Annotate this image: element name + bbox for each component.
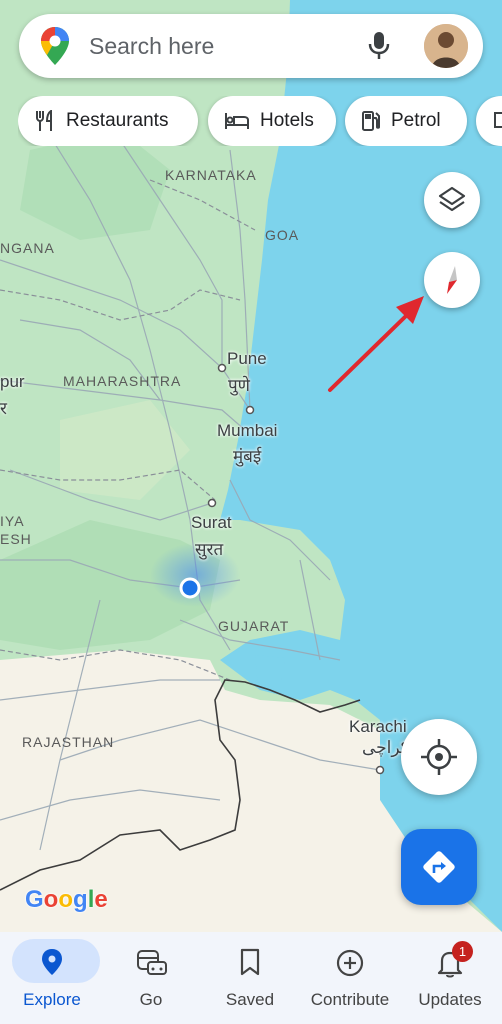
- restaurant-icon: [36, 110, 52, 131]
- directions-button[interactable]: [401, 829, 477, 905]
- nav-label: Contribute: [310, 990, 390, 1009]
- my-location-button[interactable]: [401, 719, 477, 795]
- chip-label: Hotels: [260, 110, 314, 131]
- region-label-esh: ESH: [0, 531, 32, 547]
- region-label-goa: GOA: [265, 227, 300, 243]
- directions-icon: [423, 851, 455, 883]
- nav-label: Go: [139, 990, 163, 1009]
- nav-saved[interactable]: Saved: [202, 932, 298, 1024]
- nav-updates[interactable]: Updates: [402, 932, 498, 1024]
- nav-go[interactable]: Go: [103, 932, 199, 1024]
- more-chip-icon: [494, 112, 502, 128]
- add-circle-icon: [336, 949, 364, 977]
- compass-icon: [447, 266, 457, 294]
- hotel-icon: [225, 113, 249, 129]
- region-label-iya: IYA: [0, 513, 25, 529]
- edge-label-r: र: [0, 399, 7, 418]
- microphone-icon[interactable]: [365, 30, 393, 62]
- chip-petrol[interactable]: Petrol: [345, 96, 467, 146]
- search-bar[interactable]: Search here: [19, 14, 483, 78]
- go-car-icon: [137, 950, 167, 975]
- compass-button[interactable]: [424, 252, 480, 308]
- city-label-surat[interactable]: Surat: [191, 513, 232, 533]
- region-label-ngana: NGANA: [0, 240, 55, 256]
- bookmark-icon: [240, 948, 260, 976]
- city-label-mumbai-native: मुंबई: [233, 447, 262, 466]
- explore-pin-icon: [42, 949, 62, 975]
- nav-explore[interactable]: Explore: [4, 932, 100, 1024]
- google-maps-pin-icon: [41, 27, 69, 65]
- edge-label-pur: pur: [0, 372, 25, 391]
- current-location-dot: [179, 577, 201, 599]
- region-label-maharashtra: MAHARASHTRA: [63, 373, 182, 389]
- layers-icon: [438, 186, 466, 212]
- chip-hotels[interactable]: Hotels: [208, 96, 336, 146]
- city-label-mumbai[interactable]: Mumbai: [217, 421, 277, 441]
- chip-more[interactable]: [476, 96, 502, 146]
- search-placeholder[interactable]: Search here: [89, 33, 214, 60]
- region-label-karnataka: KARNATAKA: [165, 167, 257, 183]
- crosshair-icon: [421, 739, 457, 775]
- profile-avatar[interactable]: [424, 24, 468, 68]
- category-chips: Restaurants Hotels Petrol: [18, 96, 502, 146]
- region-label-rajasthan: RAJASTHAN: [22, 734, 115, 750]
- city-label-karachi[interactable]: Karachi: [349, 717, 407, 737]
- nav-label: Explore: [23, 990, 81, 1009]
- region-label-gujarat: GUJARAT: [218, 618, 290, 634]
- city-label-surat-native: सुरत: [195, 540, 224, 559]
- bottom-navigation: Explore Go Saved Contribute Updates: [0, 932, 502, 1024]
- nav-contribute[interactable]: Contribute: [302, 932, 398, 1024]
- nav-label: Updates: [418, 990, 482, 1009]
- gas-station-icon: [362, 111, 380, 131]
- google-logo: Google: [25, 886, 108, 913]
- chip-restaurants[interactable]: Restaurants: [18, 96, 198, 146]
- city-label-pune[interactable]: Pune: [227, 349, 267, 369]
- updates-badge: 1: [452, 941, 473, 962]
- city-label-pune-native: पुणे: [228, 376, 250, 395]
- chip-label: Petrol: [391, 110, 441, 131]
- chip-label: Restaurants: [66, 110, 169, 131]
- layers-button[interactable]: [424, 172, 480, 228]
- nav-label: Saved: [225, 990, 275, 1009]
